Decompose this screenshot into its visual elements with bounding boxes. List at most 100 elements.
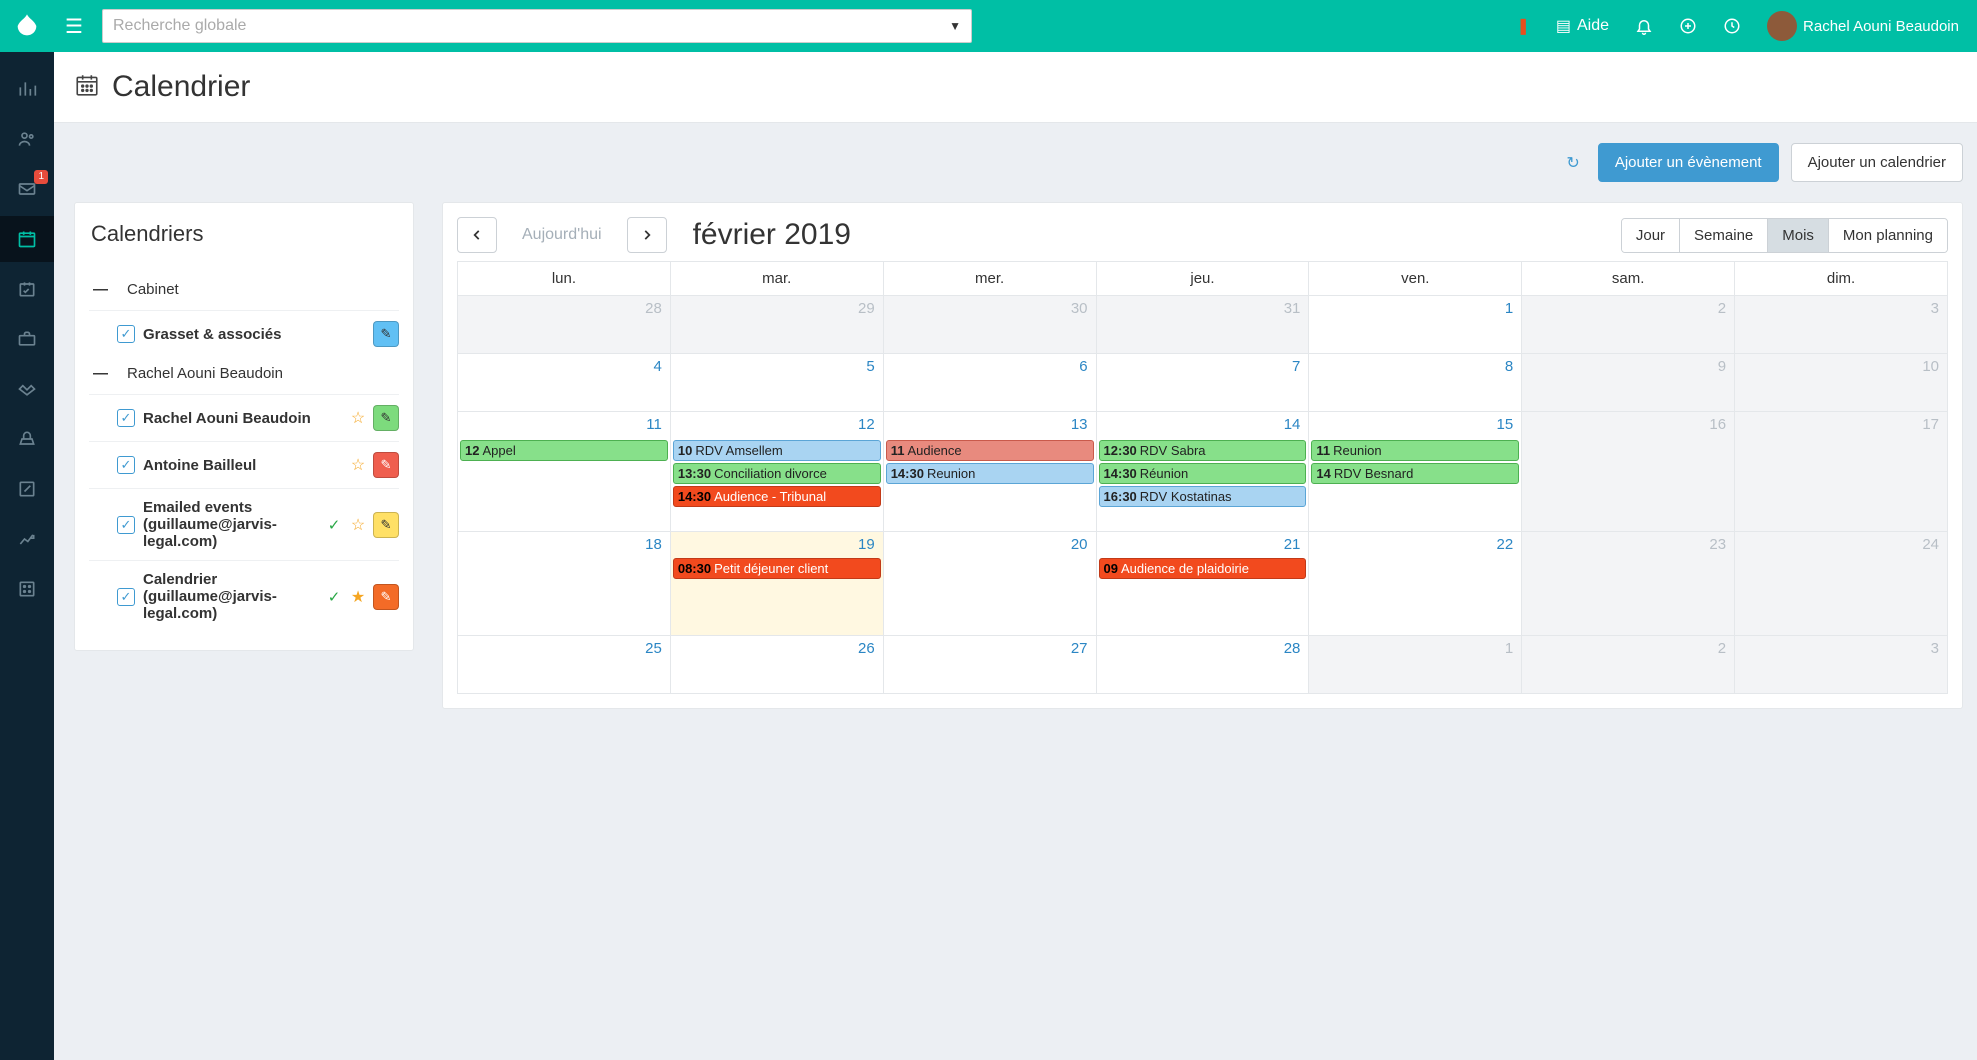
- calendar-event[interactable]: 09Audience de plaidoirie: [1099, 558, 1307, 579]
- edit-calendar-button[interactable]: ✎: [373, 452, 399, 478]
- calendar-event[interactable]: 08:30Petit déjeuner client: [673, 558, 881, 579]
- day-number: 16: [1709, 416, 1726, 433]
- calendar-event[interactable]: 14RDV Besnard: [1311, 463, 1519, 484]
- day-number: 29: [858, 300, 875, 317]
- day-cell[interactable]: 23: [1522, 532, 1735, 636]
- day-cell[interactable]: 1908:30Petit déjeuner client: [670, 532, 883, 636]
- day-cell[interactable]: 6: [883, 354, 1096, 412]
- view-plan[interactable]: Mon planning: [1828, 219, 1947, 252]
- collapse-icon[interactable]: —: [93, 281, 107, 298]
- day-cell[interactable]: 16: [1522, 412, 1735, 532]
- day-cell[interactable]: 7: [1096, 354, 1309, 412]
- star-icon[interactable]: ☆: [349, 515, 367, 535]
- calendar-event[interactable]: 10RDV Amsellem: [673, 440, 881, 461]
- day-cell[interactable]: 2: [1522, 296, 1735, 354]
- day-cell[interactable]: 1511Reunion14RDV Besnard: [1309, 412, 1522, 532]
- calendar-event[interactable]: 14:30Reunion: [886, 463, 1094, 484]
- nav-reports[interactable]: [0, 516, 54, 562]
- calendar-checkbox[interactable]: ✓: [117, 456, 135, 474]
- app-logo[interactable]: [0, 0, 54, 52]
- day-cell[interactable]: 31: [1096, 296, 1309, 354]
- calendar-checkbox[interactable]: ✓: [117, 588, 135, 606]
- edit-calendar-button[interactable]: ✎: [373, 512, 399, 538]
- calendar-event[interactable]: 12Appel: [460, 440, 668, 461]
- day-cell[interactable]: 1: [1309, 296, 1522, 354]
- nav-tasks[interactable]: [0, 266, 54, 312]
- nav-mail[interactable]: 1: [0, 166, 54, 212]
- day-cell[interactable]: 1: [1309, 636, 1522, 694]
- collapse-icon[interactable]: —: [93, 365, 107, 382]
- prev-month-button[interactable]: [457, 217, 497, 253]
- star-icon[interactable]: ☆: [349, 408, 367, 428]
- calendar-checkbox[interactable]: ✓: [117, 516, 135, 534]
- day-cell[interactable]: 30: [883, 296, 1096, 354]
- calendar-checkbox[interactable]: ✓: [117, 325, 135, 343]
- edit-calendar-button[interactable]: ✎: [373, 405, 399, 431]
- calendar-event[interactable]: 14:30Réunion: [1099, 463, 1307, 484]
- search-placeholder: Recherche globale: [113, 17, 246, 35]
- day-cell[interactable]: 26: [670, 636, 883, 694]
- day-cell[interactable]: 1112Appel: [458, 412, 671, 532]
- day-cell[interactable]: 2109Audience de plaidoirie: [1096, 532, 1309, 636]
- nav-dashboard[interactable]: [0, 66, 54, 112]
- calendar-list-heading: Calendriers: [89, 221, 399, 247]
- nav-contacts[interactable]: [0, 116, 54, 162]
- view-month[interactable]: Mois: [1767, 219, 1828, 252]
- calendar-event[interactable]: 12:30RDV Sabra: [1099, 440, 1307, 461]
- nav-handshake[interactable]: [0, 366, 54, 412]
- day-cell[interactable]: 5: [670, 354, 883, 412]
- refresh-icon[interactable]: ↻: [1566, 153, 1579, 173]
- user-menu[interactable]: Rachel Aouni Beaudoin: [1767, 11, 1959, 41]
- day-cell[interactable]: 10: [1735, 354, 1948, 412]
- day-cell[interactable]: 18: [458, 532, 671, 636]
- day-cell[interactable]: 25: [458, 636, 671, 694]
- edit-calendar-button[interactable]: ✎: [373, 321, 399, 347]
- notification-flag-icon[interactable]: ❚: [1516, 16, 1529, 36]
- help-link[interactable]: ▤ Aide: [1556, 16, 1609, 36]
- clock-icon[interactable]: [1723, 17, 1741, 35]
- day-cell[interactable]: 2: [1522, 636, 1735, 694]
- today-button[interactable]: Aujourd'hui: [507, 217, 617, 253]
- calendar-event[interactable]: 16:30RDV Kostatinas: [1099, 486, 1307, 507]
- view-day[interactable]: Jour: [1622, 219, 1679, 252]
- day-cell[interactable]: 24: [1735, 532, 1948, 636]
- menu-toggle[interactable]: ☰: [54, 14, 94, 39]
- nav-briefcase[interactable]: [0, 316, 54, 362]
- day-cell[interactable]: 28: [458, 296, 671, 354]
- calendar-event[interactable]: 13:30Conciliation divorce: [673, 463, 881, 484]
- calendar-event[interactable]: 14:30Audience - Tribunal: [673, 486, 881, 507]
- day-cell[interactable]: 28: [1096, 636, 1309, 694]
- day-cell[interactable]: 20: [883, 532, 1096, 636]
- nav-billing[interactable]: [0, 416, 54, 462]
- bell-icon[interactable]: [1635, 17, 1653, 35]
- calendar-checkbox[interactable]: ✓: [117, 409, 135, 427]
- nav-grid[interactable]: [0, 566, 54, 612]
- calendar-event[interactable]: 11Reunion: [1311, 440, 1519, 461]
- day-cell[interactable]: 4: [458, 354, 671, 412]
- day-number: 28: [1284, 640, 1301, 657]
- edit-calendar-button[interactable]: ✎: [373, 584, 399, 610]
- day-cell[interactable]: 27: [883, 636, 1096, 694]
- day-cell[interactable]: 3: [1735, 636, 1948, 694]
- add-calendar-button[interactable]: Ajouter un calendrier: [1791, 143, 1963, 182]
- day-cell[interactable]: 1210RDV Amsellem13:30Conciliation divorc…: [670, 412, 883, 532]
- day-cell[interactable]: 1311Audience14:30Reunion: [883, 412, 1096, 532]
- day-cell[interactable]: 8: [1309, 354, 1522, 412]
- star-icon[interactable]: ☆: [349, 455, 367, 475]
- day-cell[interactable]: 29: [670, 296, 883, 354]
- add-icon[interactable]: [1679, 17, 1697, 35]
- view-week[interactable]: Semaine: [1679, 219, 1767, 252]
- star-icon[interactable]: ★: [349, 587, 367, 607]
- nav-edit[interactable]: [0, 466, 54, 512]
- day-cell[interactable]: 3: [1735, 296, 1948, 354]
- add-event-button[interactable]: Ajouter un évènement: [1598, 143, 1779, 182]
- next-month-button[interactable]: [627, 217, 667, 253]
- calendar-event[interactable]: 11Audience: [886, 440, 1094, 461]
- day-cell[interactable]: 9: [1522, 354, 1735, 412]
- left-rail: 1: [0, 52, 54, 1060]
- nav-calendar[interactable]: [0, 216, 54, 262]
- global-search-select[interactable]: Recherche globale ▼: [102, 9, 972, 43]
- day-cell[interactable]: 17: [1735, 412, 1948, 532]
- day-cell[interactable]: 1412:30RDV Sabra14:30Réunion16:30RDV Kos…: [1096, 412, 1309, 532]
- day-cell[interactable]: 22: [1309, 532, 1522, 636]
